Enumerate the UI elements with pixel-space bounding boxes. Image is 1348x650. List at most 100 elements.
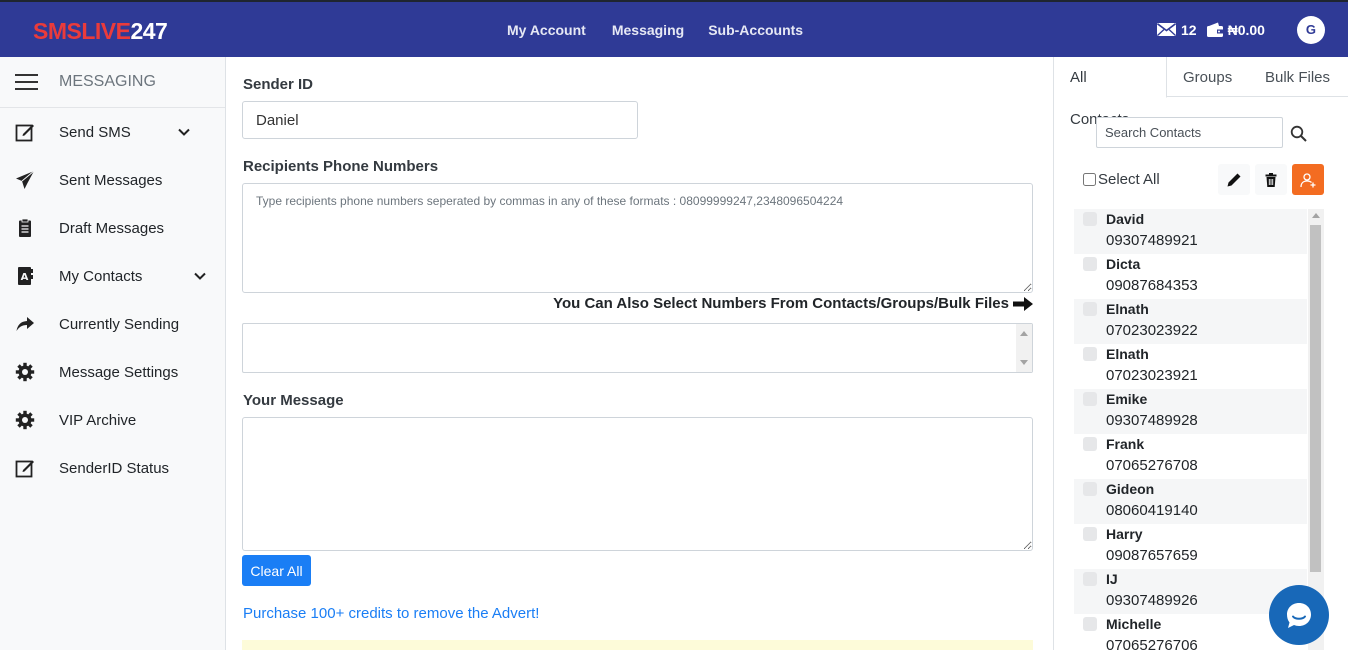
contact-list-scrollbar[interactable] [1308,209,1324,650]
gear-icon [15,410,35,430]
clear-all-button[interactable]: Clear All [242,555,311,586]
sidebar-item-senderid-status[interactable]: SenderID Status [0,444,225,492]
edit-icon [15,124,34,142]
edit-icon [15,460,34,478]
sidebar-item-label: Message Settings [59,363,179,381]
scroll-down-icon[interactable] [1020,360,1028,365]
brand-logo[interactable]: SMSLIVE247 [33,18,168,45]
sidebar-item-sent-messages[interactable]: Sent Messages [0,156,225,204]
nav-sub-accounts[interactable]: Sub-Accounts [700,2,811,57]
sidebar-item-label: Send SMS [59,123,131,141]
contacts-hint-text: You Can Also Select Numbers From Contact… [553,295,1009,312]
contact-row[interactable]: Emike 09307489928 [1074,389,1307,434]
contact-phone: 09307489921 [1106,232,1198,249]
sidebar-item-label: Draft Messages [59,219,165,237]
user-avatar[interactable]: G [1296,15,1325,44]
contact-checkbox[interactable] [1083,212,1097,226]
live-chat-button[interactable] [1269,585,1329,645]
address-book-icon: A [18,267,33,285]
svg-text:A: A [21,272,29,283]
tab-groups[interactable]: Groups [1167,57,1248,97]
gear-icon [15,362,35,382]
tab-bulk-files[interactable]: Bulk Files [1249,57,1346,97]
contact-checkbox[interactable] [1083,257,1097,271]
wallet-icon[interactable] [1206,22,1223,37]
sender-id-input[interactable] [242,101,638,139]
contact-name: Emike [1106,391,1148,407]
sidebar-item-send-sms[interactable]: Send SMS [0,108,225,156]
arrow-right-icon [1013,296,1033,311]
chevron-down-icon[interactable] [194,272,206,280]
contact-checkbox[interactable] [1083,437,1097,451]
select-all-control[interactable]: Select All [1083,171,1160,188]
contacts-panel: All Contacts Groups Bulk Files Select Al… [1053,57,1348,650]
contact-row[interactable]: Elnath 07023023922 [1074,299,1307,344]
contact-checkbox[interactable] [1083,302,1097,316]
sidebar-item-my-contacts[interactable]: A My Contacts [0,252,225,300]
sidebar-item-message-settings[interactable]: Message Settings [0,348,225,396]
add-contact-button[interactable] [1292,164,1324,195]
sidebar-item-label: SenderID Status [59,459,170,477]
sidebar-item-currently-sending[interactable]: Currently Sending [0,300,225,348]
contact-row[interactable]: Dicta 09087684353 [1074,254,1307,299]
message-label: Your Message [243,392,344,409]
contacts-tabs: All Contacts Groups Bulk Files [1054,57,1348,128]
recipients-label: Recipients Phone Numbers [243,158,439,175]
recipients-textarea[interactable] [242,183,1033,293]
contact-checkbox[interactable] [1083,392,1097,406]
nav-my-account[interactable]: My Account [499,2,594,57]
tab-all-contacts[interactable]: All Contacts [1054,57,1167,128]
sidebar-title: MESSAGING [59,73,156,90]
search-icon[interactable] [1290,125,1307,142]
selected-numbers-box[interactable] [242,323,1033,373]
contact-row[interactable]: David 09307489921 [1074,209,1307,254]
delete-contact-button[interactable] [1255,164,1287,195]
contact-checkbox[interactable] [1083,617,1097,631]
contact-checkbox[interactable] [1083,572,1097,586]
contact-phone: 09307489928 [1106,412,1198,429]
chevron-down-icon[interactable] [178,128,190,136]
paper-plane-icon [16,170,35,189]
contact-checkbox[interactable] [1083,347,1097,361]
contact-phone: 07065276708 [1106,457,1198,474]
share-arrow-icon [16,317,34,331]
selected-numbers-scrollbar[interactable] [1016,324,1032,372]
scrollbar-thumb[interactable] [1310,225,1321,572]
sender-id-label: Sender ID [243,76,314,93]
scroll-up-icon[interactable] [1020,331,1028,336]
sidebar-item-label: Currently Sending [59,315,180,333]
search-contacts-input[interactable] [1096,117,1283,148]
purchase-credits-link[interactable]: Purchase 100+ credits to remove the Adve… [243,605,539,622]
contact-row[interactable]: Harry 09087657659 [1074,524,1307,569]
sidebar-item-vip-archive[interactable]: VIP Archive [0,396,225,444]
sidebar: MESSAGING Send SMS Sent Messages Draft M… [0,57,226,650]
contact-name: Elnath [1106,346,1149,362]
sidebar-item-label: VIP Archive [59,411,137,429]
sidebar-item-draft-messages[interactable]: Draft Messages [0,204,225,252]
messages-count: 12 [1181,21,1197,38]
brand-logo-part2: 247 [130,18,168,44]
contact-checkbox[interactable] [1083,482,1097,496]
message-textarea[interactable] [242,417,1033,551]
scroll-up-icon[interactable] [1312,213,1320,218]
top-navbar: SMSLIVE247 My Account Messaging Sub-Acco… [0,0,1348,57]
contact-phone: 09087657659 [1106,547,1198,564]
contact-row[interactable]: Frank 07065276708 [1074,434,1307,479]
hamburger-menu-icon[interactable] [15,74,38,90]
edit-contact-button[interactable] [1218,164,1250,195]
contact-phone: 09307489926 [1106,592,1198,609]
contact-name: Frank [1106,436,1145,452]
nav-messaging[interactable]: Messaging [596,2,700,57]
contact-row[interactable]: Elnath 07023023921 [1074,344,1307,389]
contact-name: IJ [1106,571,1118,587]
advert-banner [242,640,1033,650]
contact-name: Harry [1106,526,1143,542]
account-summary: 12 ₦0.00 G [1157,2,1325,57]
add-user-icon [1300,172,1316,187]
select-all-checkbox[interactable] [1083,173,1096,186]
contact-row[interactable]: Gideon 08060419140 [1074,479,1307,524]
contact-checkbox[interactable] [1083,527,1097,541]
chat-bubble-icon [1287,603,1311,628]
envelope-icon[interactable] [1157,23,1176,36]
compose-form: Sender ID Recipients Phone Numbers You C… [227,57,1053,650]
